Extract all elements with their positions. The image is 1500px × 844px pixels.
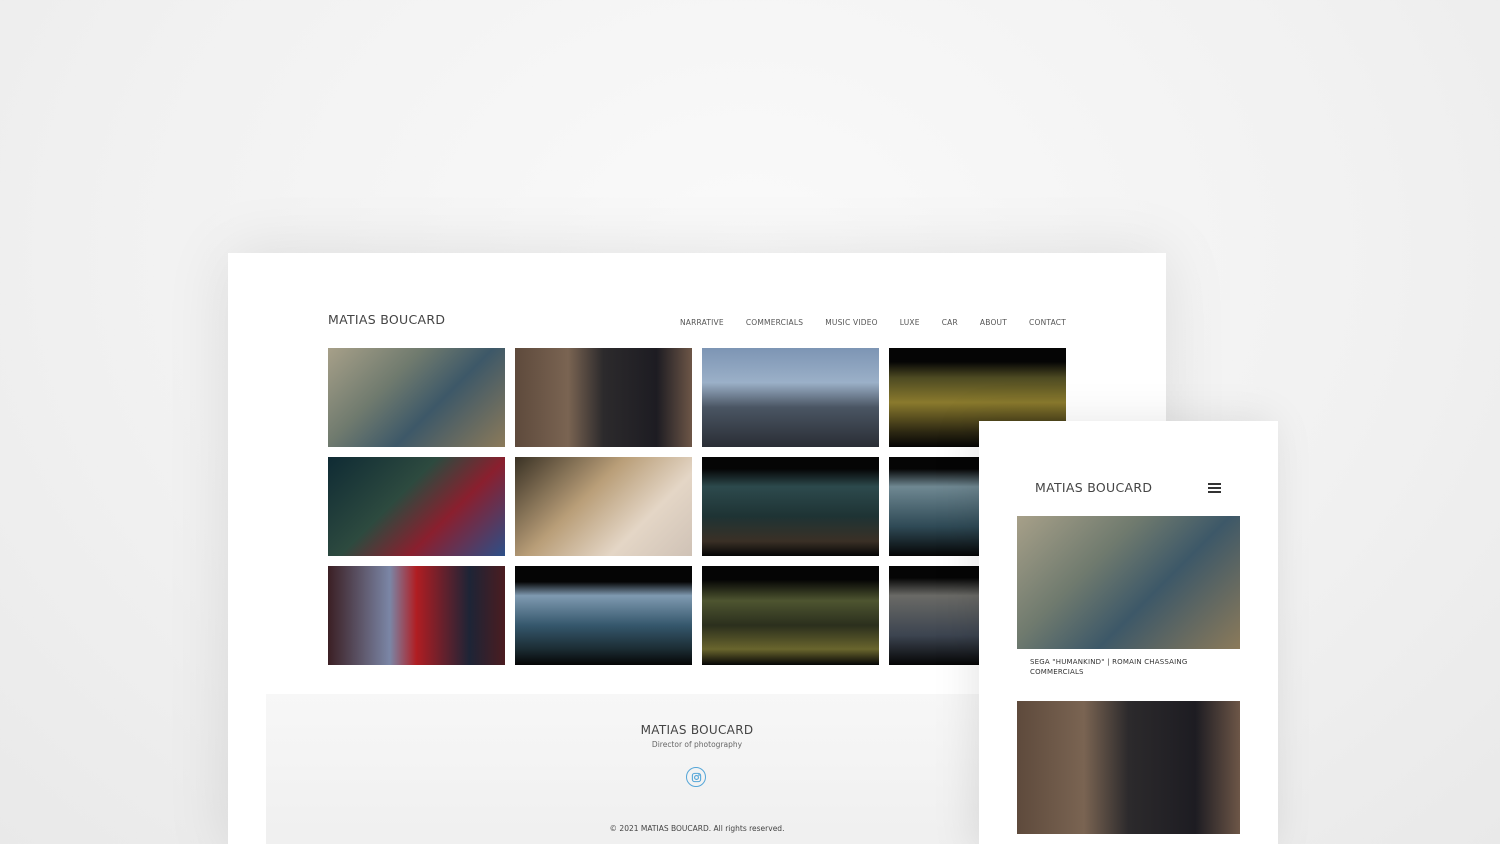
mobile-project-caption[interactable]: SEGA "HUMANKIND" | ROMAIN CHASSAING COMM… bbox=[1030, 657, 1187, 677]
mobile-project-category: COMMERCIALS bbox=[1030, 668, 1084, 676]
mobile-project-title: SEGA "HUMANKIND" | ROMAIN CHASSAING bbox=[1030, 658, 1188, 666]
project-thumbnail-war-soldiers[interactable] bbox=[328, 348, 505, 447]
project-grid bbox=[328, 348, 1066, 665]
mobile-site-logo[interactable]: MATIAS BOUCARD bbox=[1035, 480, 1152, 495]
project-thumbnail-woman-hat-creek[interactable] bbox=[702, 457, 879, 556]
mobile-project-thumbnail-war-soldiers[interactable] bbox=[1017, 516, 1240, 649]
project-thumbnail-woman-forest[interactable] bbox=[702, 566, 879, 665]
project-thumbnail-man-city-skyline[interactable] bbox=[702, 348, 879, 447]
project-thumbnail-nuns-room[interactable] bbox=[515, 348, 692, 447]
nav-item-about[interactable]: ABOUT bbox=[980, 318, 1007, 327]
hamburger-menu-icon[interactable] bbox=[1208, 483, 1221, 493]
nav-item-narrative[interactable]: NARRATIVE bbox=[680, 318, 724, 327]
site-logo[interactable]: MATIAS BOUCARD bbox=[328, 312, 445, 327]
mobile-project-thumbnail-nuns-room[interactable] bbox=[1017, 701, 1240, 834]
project-thumbnail-underwater-manta[interactable] bbox=[515, 566, 692, 665]
project-thumbnail-girl-lying-bed[interactable] bbox=[515, 457, 692, 556]
nav-item-contact[interactable]: CONTACT bbox=[1029, 318, 1066, 327]
main-nav: NARRATIVE COMMERCIALS MUSIC VIDEO LUXE C… bbox=[680, 318, 1066, 327]
nav-item-car[interactable]: CAR bbox=[942, 318, 958, 327]
project-thumbnail-couple-garden-night[interactable] bbox=[328, 457, 505, 556]
nav-item-luxe[interactable]: LUXE bbox=[900, 318, 920, 327]
project-thumbnail-couple-train-red-dress[interactable] bbox=[328, 566, 505, 665]
mobile-mockup: MATIAS BOUCARD SEGA "HUMANKIND" | ROMAIN… bbox=[979, 421, 1278, 844]
nav-item-music-video[interactable]: MUSIC VIDEO bbox=[825, 318, 878, 327]
nav-item-commercials[interactable]: COMMERCIALS bbox=[746, 318, 803, 327]
instagram-icon[interactable] bbox=[686, 767, 706, 787]
